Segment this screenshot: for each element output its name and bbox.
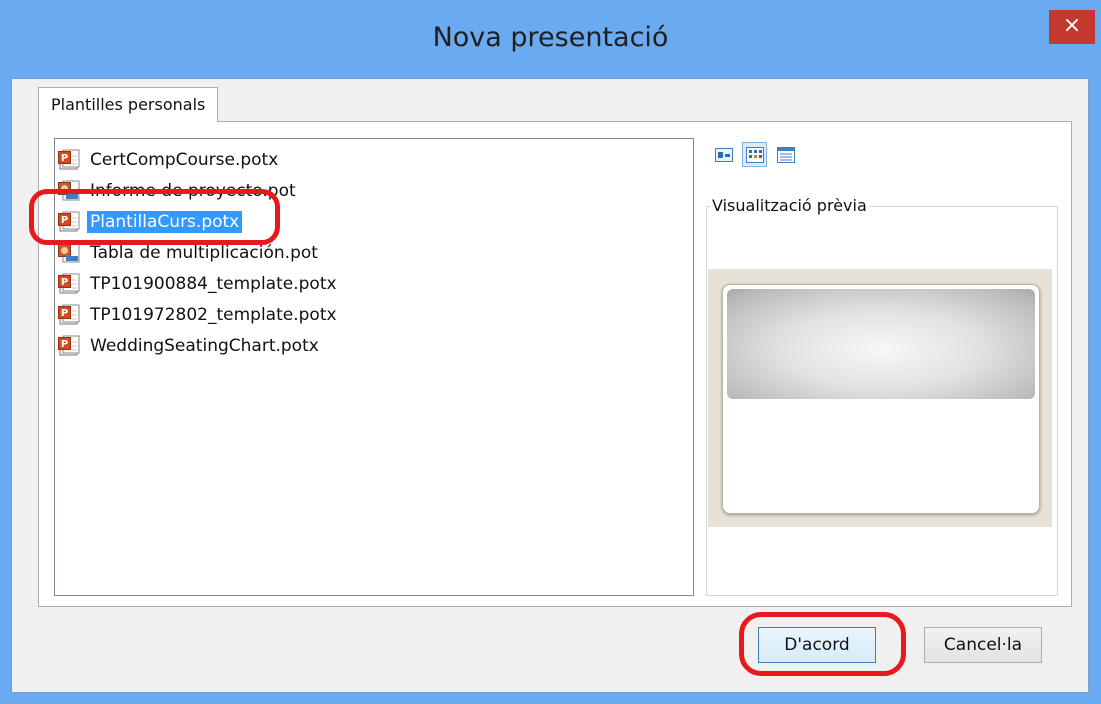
selection-highlight-annotation <box>29 189 280 245</box>
svg-text:P: P <box>61 339 68 350</box>
close-button[interactable]: × <box>1049 10 1095 44</box>
file-name: CertCompCourse.potx <box>90 150 279 170</box>
file-name: TP101900884_template.potx <box>90 274 337 294</box>
cancel-button[interactable]: Cancel·la <box>924 627 1042 663</box>
details-view-icon[interactable] <box>773 142 798 167</box>
potx-icon: P <box>58 149 83 171</box>
slide-title-band <box>727 289 1035 399</box>
preview-area <box>708 269 1052 527</box>
list-item[interactable]: P TP101972802_template.potx <box>58 302 340 328</box>
list-view-icon[interactable] <box>742 142 767 167</box>
new-presentation-dialog: Nova presentació × Plantilles personals … <box>0 0 1101 704</box>
preview-label: Visualització prèvia <box>710 196 869 215</box>
preview-group: Visualització prèvia <box>706 196 1058 596</box>
large-icons-view-icon[interactable] <box>711 142 736 167</box>
potx-icon: P <box>58 304 83 326</box>
ok-highlight-annotation <box>739 612 906 676</box>
file-name: TP101972802_template.potx <box>90 305 337 325</box>
window-title: Nova presentació <box>432 22 669 53</box>
potx-icon: P <box>58 273 83 295</box>
list-item[interactable]: P WeddingSeatingChart.potx <box>58 333 322 359</box>
slide-thumbnail <box>722 284 1040 514</box>
file-name: Tabla de multiplicación.pot <box>90 243 318 263</box>
potx-icon: P <box>58 335 83 357</box>
list-item[interactable]: P TP101900884_template.potx <box>58 271 340 297</box>
svg-text:P: P <box>61 277 68 288</box>
svg-text:P: P <box>61 153 68 164</box>
list-item[interactable]: P CertCompCourse.potx <box>58 147 281 173</box>
view-mode-toolbar <box>711 142 798 167</box>
title-bar[interactable]: Nova presentació × <box>0 0 1101 78</box>
tab-personal-templates[interactable]: Plantilles personals <box>38 87 219 122</box>
file-name: WeddingSeatingChart.potx <box>90 336 319 356</box>
dialog-body: Plantilles personals P CertCompCourse.po… <box>11 78 1089 693</box>
pot-icon <box>58 242 83 264</box>
svg-text:P: P <box>61 308 68 319</box>
